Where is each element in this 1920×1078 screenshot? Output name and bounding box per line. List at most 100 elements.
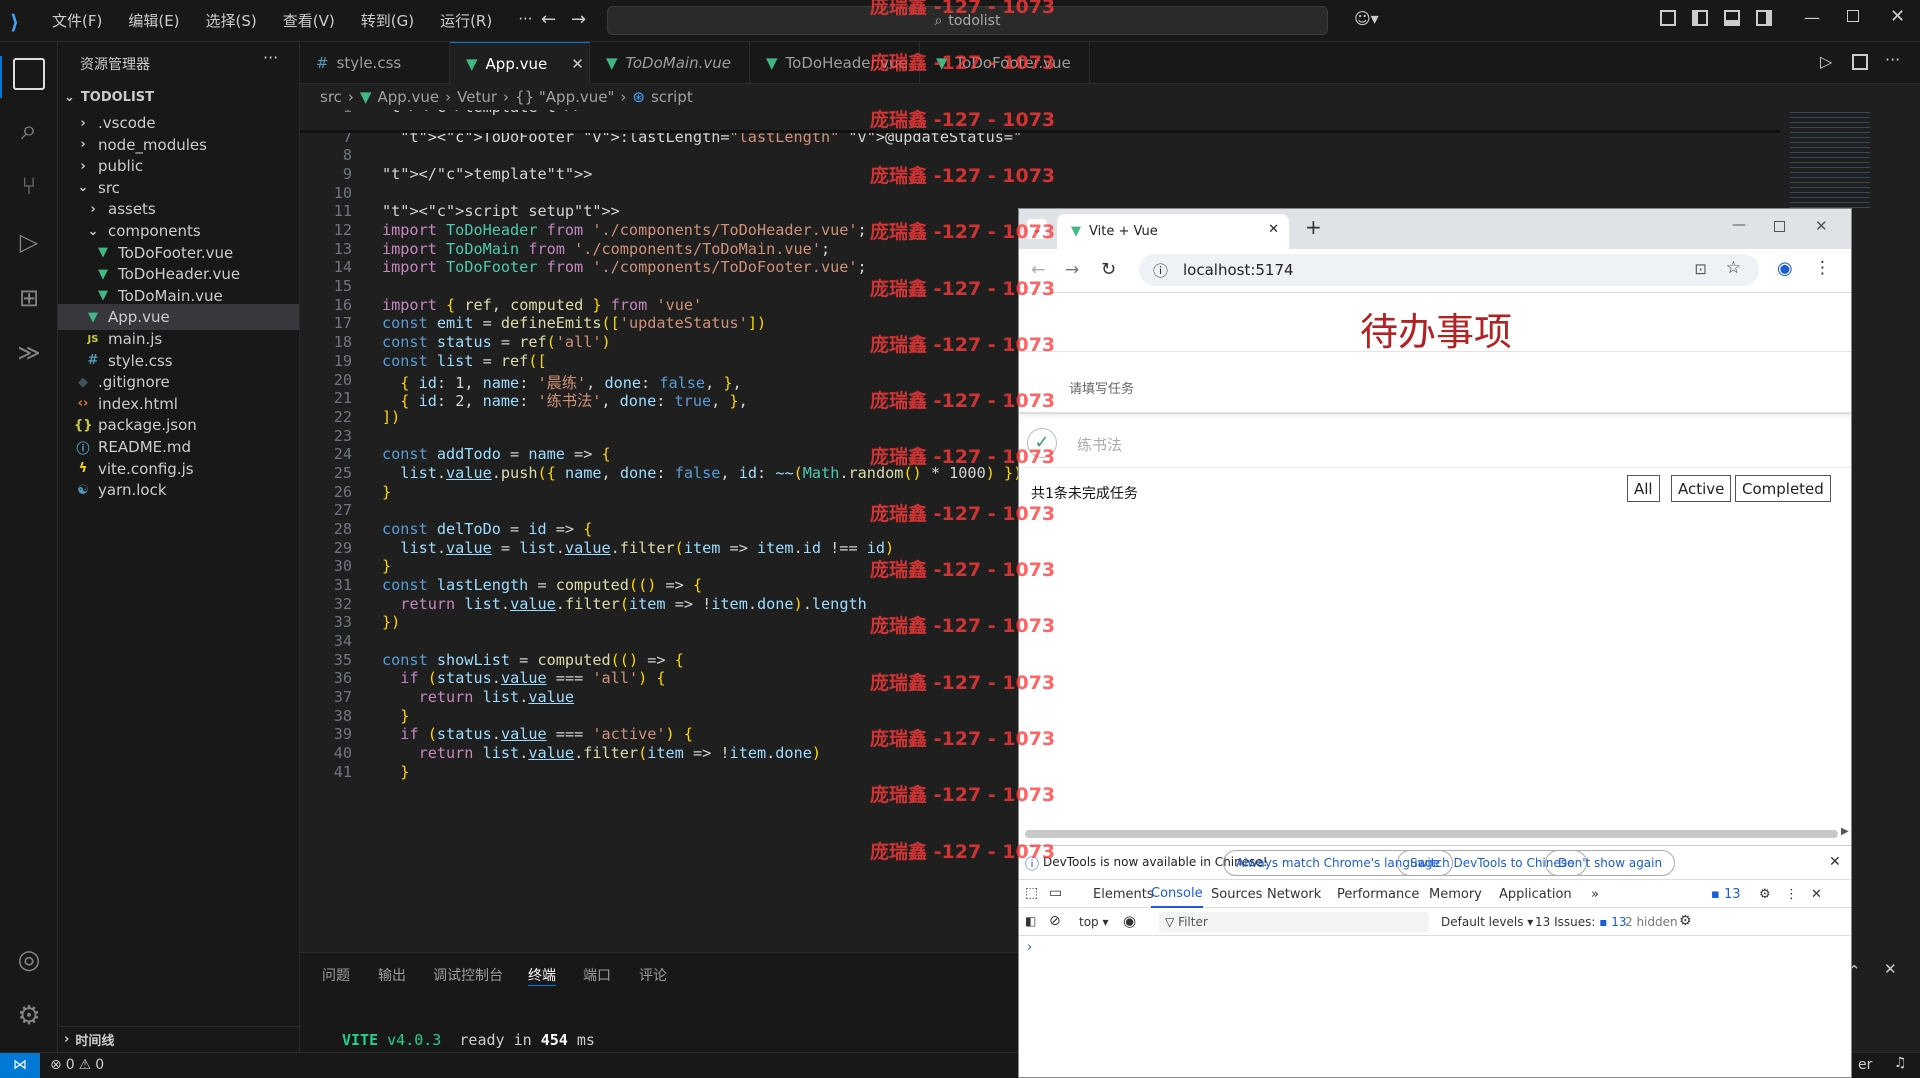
breadcrumb-vetur[interactable]: Vetur bbox=[457, 88, 497, 106]
close-tab-icon[interactable]: ✕ bbox=[571, 55, 584, 73]
browser-tab[interactable]: ▼ Vite + Vue ✕ bbox=[1057, 214, 1289, 249]
layout-customize-icon[interactable] bbox=[1660, 10, 1676, 26]
reload-icon[interactable]: ↻ bbox=[1101, 259, 1116, 280]
code-line[interactable]: return list.value.filter(item => !item.d… bbox=[382, 595, 866, 613]
panel-tab-debug-console[interactable]: 调试控制台 bbox=[433, 965, 503, 985]
code-line[interactable]: const status = ref('all') bbox=[382, 333, 611, 351]
search-view-icon[interactable]: ⌕ bbox=[13, 114, 45, 146]
code-line[interactable]: if (status.value === 'active') { bbox=[382, 725, 693, 743]
breadcrumb-src[interactable]: src bbox=[320, 88, 342, 106]
code-line[interactable]: if (status.value === 'all') { bbox=[382, 669, 665, 687]
problems-indicator[interactable]: ⊗ 0 ⚠ 0 bbox=[50, 1057, 104, 1073]
device-toolbar-icon[interactable]: ▭ bbox=[1049, 885, 1062, 901]
breadcrumb-script[interactable]: script bbox=[651, 88, 693, 106]
horizontal-scrollbar[interactable] bbox=[1025, 830, 1838, 838]
filter-completed-button[interactable]: Completed bbox=[1735, 475, 1831, 502]
code-line[interactable]: import { ref, computed } from 'vue' bbox=[382, 296, 702, 314]
code-line[interactable]: }) bbox=[382, 613, 400, 631]
scroll-right-icon[interactable]: ▶ bbox=[1841, 826, 1849, 837]
code-line[interactable]: } bbox=[382, 763, 409, 781]
explorer-icon[interactable] bbox=[13, 58, 45, 90]
code-line[interactable]: } bbox=[382, 707, 409, 725]
console-prompt-icon[interactable]: › bbox=[1027, 940, 1032, 955]
more-tabs-icon[interactable]: » bbox=[1591, 880, 1599, 908]
issues-badge[interactable]: ▪ 13 bbox=[1711, 880, 1741, 908]
settings-gear-icon[interactable]: ⚙ bbox=[13, 1000, 45, 1032]
toggle-sidebar-icon[interactable] bbox=[1692, 10, 1708, 26]
panel-tab-output[interactable]: 输出 bbox=[378, 965, 406, 985]
editor-more-icon[interactable]: ··· bbox=[1885, 50, 1900, 69]
timeline-section[interactable]: › 时间线 bbox=[58, 1026, 299, 1052]
code-line[interactable]: list.value = list.value.filter(item => i… bbox=[382, 539, 894, 557]
code-line[interactable]: import ToDoMain from './components/ToDoM… bbox=[382, 240, 830, 258]
devtools-tab-performance[interactable]: Performance bbox=[1337, 880, 1419, 908]
menu-view[interactable]: 查看(V) bbox=[283, 10, 335, 31]
forward-arrow-icon[interactable]: → bbox=[571, 9, 586, 30]
panel-tab-ports[interactable]: 端口 bbox=[583, 965, 611, 985]
notifications-bell-icon[interactable]: ♫ bbox=[1894, 1055, 1907, 1071]
panel-tab-problems[interactable]: 问题 bbox=[322, 965, 350, 985]
devtools-tab-memory[interactable]: Memory bbox=[1429, 880, 1482, 908]
code-line[interactable]: const lastLength = computed(() => { bbox=[382, 576, 702, 594]
new-tab-icon[interactable]: + bbox=[1305, 215, 1322, 239]
devtools-more-icon[interactable]: ⋮ bbox=[1785, 880, 1798, 908]
panel-tab-comments[interactable]: 评论 bbox=[639, 965, 667, 985]
filter-all-button[interactable]: All bbox=[1627, 475, 1660, 502]
code-line[interactable]: const delToDo = id => { bbox=[382, 520, 592, 538]
devtools-tab-elements[interactable]: Elements bbox=[1093, 880, 1154, 908]
toggle-secondary-sidebar-icon[interactable] bbox=[1756, 10, 1772, 26]
devtools-tab-console[interactable]: Console bbox=[1151, 880, 1203, 908]
devtools-tab-application[interactable]: Application bbox=[1499, 880, 1572, 908]
code-line[interactable]: return list.value bbox=[382, 688, 574, 706]
sidebar-toggle-icon[interactable]: ◧ bbox=[1025, 914, 1036, 928]
browser-forward-icon[interactable]: → bbox=[1065, 260, 1079, 280]
close-devtools-icon[interactable]: ✕ bbox=[1811, 880, 1822, 908]
console-filter-input[interactable]: ▽ Filter bbox=[1159, 912, 1429, 932]
devtools-tab-network[interactable]: Network bbox=[1267, 880, 1321, 908]
minimap[interactable] bbox=[1790, 110, 1870, 210]
terminal-output[interactable]: VITE v4.0.3 ready in 454 ms bbox=[342, 1031, 595, 1049]
issues-counter[interactable]: 13 Issues: ▪ 13 bbox=[1535, 915, 1626, 929]
browser-minimize-icon[interactable]: — bbox=[1732, 217, 1746, 233]
close-browser-tab-icon[interactable]: ✕ bbox=[1268, 222, 1279, 237]
devtools-tab-sources[interactable]: Sources bbox=[1211, 880, 1262, 908]
code-line[interactable]: "t"><"c">template"t">> bbox=[382, 110, 583, 116]
live-expression-eye-icon[interactable]: ◉ bbox=[1123, 912, 1136, 930]
source-control-icon[interactable]: ⑂ bbox=[13, 170, 45, 202]
menu-go[interactable]: 转到(G) bbox=[361, 10, 414, 31]
workspace-root[interactable]: ⌄ TODOLIST bbox=[58, 84, 299, 110]
menu-edit[interactable]: 编辑(E) bbox=[128, 10, 179, 31]
close-notice-icon[interactable]: ✕ bbox=[1829, 854, 1841, 870]
menu-run[interactable]: 运行(R) bbox=[440, 10, 492, 31]
panel-close-icon[interactable]: ✕ bbox=[1884, 960, 1897, 978]
account-icon[interactable]: ◎ bbox=[13, 944, 45, 976]
minimize-icon[interactable]: — bbox=[1804, 8, 1820, 27]
remote-indicator-icon[interactable]: ⋈ bbox=[0, 1053, 40, 1078]
dont-show-again-button[interactable]: Don't show again bbox=[1545, 850, 1676, 876]
run-debug-icon[interactable]: ▷ bbox=[13, 226, 45, 258]
clear-console-icon[interactable]: ⊘ bbox=[1049, 913, 1061, 929]
toggle-panel-icon[interactable] bbox=[1724, 10, 1740, 26]
menu-more[interactable]: ··· bbox=[518, 10, 532, 31]
menu-file[interactable]: 文件(F) bbox=[52, 10, 102, 31]
code-line[interactable]: return list.value.filter(item => !item.d… bbox=[382, 744, 821, 762]
browser-close-icon[interactable]: ✕ bbox=[1815, 217, 1828, 235]
code-line[interactable]: const addTodo = name => { bbox=[382, 445, 611, 463]
breadcrumb-app-vue[interactable]: App.vue bbox=[377, 88, 439, 106]
code-line[interactable]: import ToDoHeader from './components/ToD… bbox=[382, 221, 867, 239]
tree-item[interactable]: ☯ yarn.lock bbox=[58, 477, 299, 503]
address-bar[interactable]: ⓘ localhost:5174 ⊡ ☆ bbox=[1139, 254, 1759, 286]
tab-todomain-vue[interactable]: ▼ ToDoMain.vue bbox=[590, 42, 750, 84]
new-todo-input[interactable]: 请填写任务 bbox=[1019, 352, 1851, 414]
copilot-icon[interactable]: ☺▾ bbox=[1354, 9, 1379, 28]
code-line[interactable]: } bbox=[382, 557, 391, 575]
code-line[interactable]: "t"></"c">template"t">> bbox=[382, 165, 592, 183]
translate-icon[interactable]: ⊡ bbox=[1694, 260, 1707, 278]
code-line[interactable]: const list = ref([ bbox=[382, 352, 547, 370]
context-select[interactable]: top ▾ bbox=[1079, 915, 1109, 929]
panel-tab-terminal[interactable]: 终端 bbox=[528, 965, 556, 986]
default-levels-select[interactable]: Default levels ▾ bbox=[1441, 915, 1533, 929]
code-line[interactable]: } bbox=[382, 483, 391, 501]
inspect-element-icon[interactable]: ⬚ bbox=[1025, 885, 1038, 901]
close-window-icon[interactable]: ✕ bbox=[1890, 6, 1905, 27]
